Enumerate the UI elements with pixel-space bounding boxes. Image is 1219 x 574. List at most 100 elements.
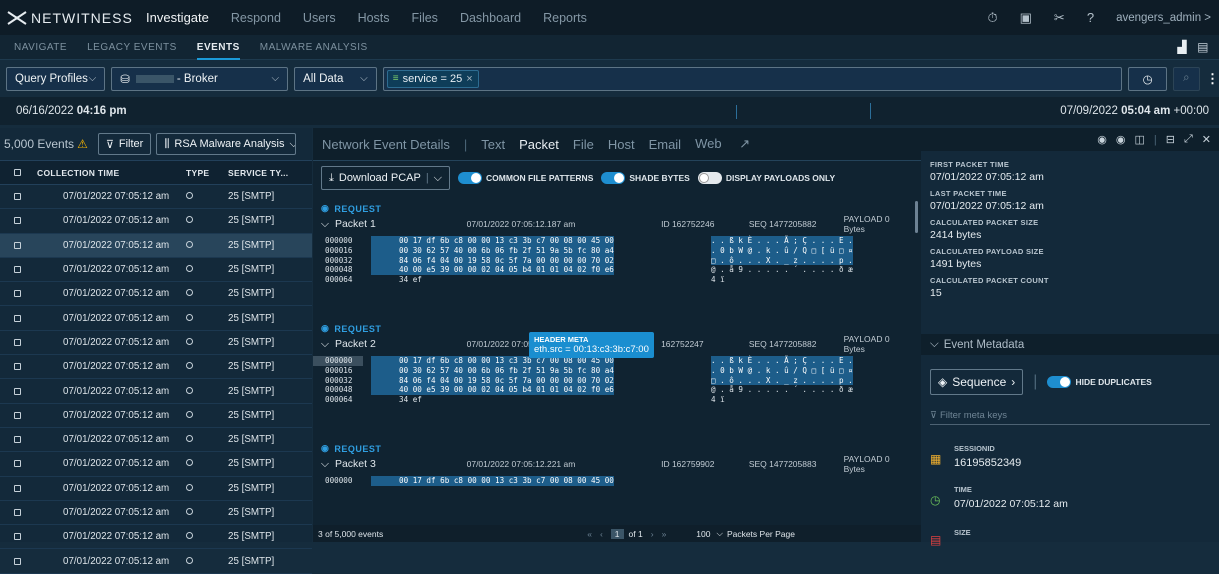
checkbox[interactable] [13,533,21,541]
download-pcap-button[interactable]: ⤓ Download PCAP | ⌵ [321,166,451,190]
packet-header[interactable]: ⌵ Packet 1 07/01/2022 07:05:12.187 am ID 16… [313,214,913,234]
table-row[interactable]: 07/01/2022 07:05:12 am 25 [SMTP] [0,185,312,210]
table-row[interactable]: 07/01/2022 07:05:12 am 25 [SMTP] [0,233,312,258]
reconstruct-icon[interactable]: ⊟ [1166,133,1175,146]
column-set-select[interactable]: ⫼ RSA Malware Analysis ⌵ [156,133,297,155]
user-menu[interactable]: avengers_admin > [1116,12,1211,24]
last-page-icon[interactable]: » [662,529,667,539]
table-row[interactable]: 07/01/2022 07:05:12 am 25 [SMTP] [0,258,312,283]
table-row[interactable]: 07/01/2022 07:05:12 am 25 [SMTP] [0,477,312,501]
hex-bytes[interactable]: 00 17 df 6b c8 00 00 13 c3 3b c7 00 08 0… [371,476,614,486]
tab-network-event-details[interactable]: Network Event Details [322,137,450,152]
hex-bytes[interactable]: 00 30 62 57 40 00 6b 06 fb 2f 51 9a 5b f… [371,365,614,376]
row-checkbox[interactable] [0,217,34,225]
hex-bytes[interactable]: 34 ef [371,395,422,405]
nav-users[interactable]: Users [303,11,336,25]
hex-bytes[interactable]: 00 30 62 57 40 00 6b 06 fb 2f 51 9a 5b f… [371,245,614,256]
table-row[interactable]: 07/01/2022 07:05:12 am 25 [SMTP] [0,404,312,428]
row-checkbox[interactable] [0,314,34,322]
checkbox[interactable] [13,314,21,322]
table-row[interactable]: 07/01/2022 07:05:12 am 25 [SMTP] [0,282,312,307]
checkbox[interactable] [13,363,21,371]
checkbox[interactable] [13,557,21,565]
row-checkbox[interactable] [0,460,34,468]
row-checkbox[interactable] [0,509,34,516]
search-button[interactable]: ⌕ [1172,66,1200,91]
tab-file[interactable]: File [573,137,594,152]
ascii-bytes[interactable]: . . ß k È . . . Ã ; Ç . . . E . [711,236,853,246]
first-page-icon[interactable]: « [587,529,592,539]
checkbox[interactable] [13,169,21,176]
checkbox[interactable] [13,241,21,249]
hide-duplicates-toggle[interactable] [1047,376,1072,388]
checkbox[interactable] [13,338,21,346]
packet-header[interactable]: ⌵ Packet 3 07/01/2022 07:05:12.221 am ID 16… [313,454,913,474]
nav-dashboard[interactable]: Dashboard [460,11,521,25]
hex-bytes[interactable]: 40 00 e5 39 00 00 02 04 05 b4 01 01 04 0… [371,265,614,276]
tab-web[interactable]: Web ↗ [695,136,764,152]
prev-page-icon[interactable]: ‹ [600,529,603,539]
checkbox[interactable] [13,484,21,492]
close-icon[interactable]: × [466,73,472,85]
table-row[interactable]: 07/01/2022 07:05:12 am 25 [SMTP] [0,209,312,234]
hex-bytes[interactable]: 84 06 f4 04 00 19 58 0c 5f 7a 00 00 00 0… [371,255,614,266]
display-payloads-toggle[interactable] [697,172,722,184]
tab-legacy-events[interactable]: LEGACY EVENTS [87,42,177,53]
event-metadata-section[interactable]: ⌵ Event Metadata [921,334,1219,355]
time-range-bar[interactable]: 06/16/2022 04:16 pm 07/09/2022 05:04 am … [0,97,1219,125]
row-checkbox[interactable] [0,484,34,492]
row-checkbox[interactable] [0,338,34,346]
ascii-bytes[interactable]: . 0 b W @ . k . û / Q □ [ ü □ ¤ [711,245,853,256]
more-icon[interactable]: ⋮ [1206,71,1219,87]
shade-bytes-toggle[interactable] [601,172,626,184]
page-number[interactable]: 1 [610,528,624,539]
tab-host[interactable]: Host [608,137,635,152]
hex-bytes[interactable]: 84 06 f4 04 00 19 58 0c 5f 7a 00 00 00 0… [371,375,614,386]
checkbox[interactable] [13,387,21,395]
tab-text[interactable]: Text [481,137,505,152]
panel-icon[interactable]: ▤ [1197,40,1209,54]
table-row[interactable]: 07/01/2022 07:05:12 am 25 [SMTP] [0,355,312,380]
row-checkbox[interactable] [0,436,34,444]
table-row[interactable]: 07/01/2022 07:05:12 am 25 [SMTP] [0,501,312,526]
tab-packet[interactable]: Packet [519,137,559,152]
checkbox[interactable] [13,193,21,201]
expand-icon[interactable]: ⤢ [1184,133,1193,146]
nav-reports[interactable]: Reports [543,11,587,25]
chevron-down-icon[interactable]: ⌵ [716,528,722,539]
ascii-bytes[interactable]: 4 ï [711,395,725,405]
row-checkbox[interactable] [0,266,34,274]
side-panel-icon[interactable]: ◫ [1134,133,1144,146]
row-checkbox[interactable] [0,241,34,249]
request-view-icon[interactable]: ◉ [1097,133,1107,146]
checkbox[interactable] [13,460,21,468]
tab-malware-analysis[interactable]: MALWARE ANALYSIS [260,42,368,53]
hex-bytes[interactable]: 34 ef [371,275,422,285]
notes-icon[interactable]: ▣ [1020,10,1032,26]
broker-select[interactable]: ⛁ - Broker ⌵ [111,66,289,91]
checkbox[interactable] [13,217,21,225]
row-checkbox[interactable] [0,193,34,201]
ascii-bytes[interactable]: @ . å 9 . . . . . ´ . . . . ð æ [711,385,853,395]
table-row[interactable]: 07/01/2022 07:05:12 am 25 [SMTP] [0,379,312,404]
timer-icon[interactable]: ⏱ [987,10,997,26]
ascii-bytes[interactable]: . 0 b W @ . k . û / Q □ [ ü □ ¤ [711,365,853,376]
nav-respond[interactable]: Respond [231,11,281,25]
ascii-bytes[interactable]: □ . ô . . . X . _ z . . . . p . [711,255,853,266]
query-input[interactable]: ≡ service = 25 × [382,66,1123,91]
nav-hosts[interactable]: Hosts [358,11,390,25]
tab-events[interactable]: EVENTS [196,42,240,60]
col-service-type[interactable]: SERVICE TY... [224,168,304,178]
table-row[interactable]: 07/01/2022 07:05:12 am 25 [SMTP] [0,549,312,574]
warning-icon[interactable]: ⚠ [77,137,88,151]
ascii-bytes[interactable]: . . ß k È . . . Ã ; Ç . . . E . [711,356,853,366]
brand-logo[interactable]: NETWITNESS [6,10,146,26]
scrollbar-thumb[interactable] [915,201,918,233]
per-page-select[interactable]: 100 [696,529,710,539]
tab-email[interactable]: Email [649,137,682,152]
checkbox[interactable] [13,509,21,516]
filter-button[interactable]: ⊽ Filter [97,133,152,155]
data-select[interactable]: All Data ⌵ [294,66,377,91]
select-all-checkbox[interactable] [0,169,34,176]
table-row[interactable]: 07/01/2022 07:05:12 am 25 [SMTP] [0,525,312,550]
